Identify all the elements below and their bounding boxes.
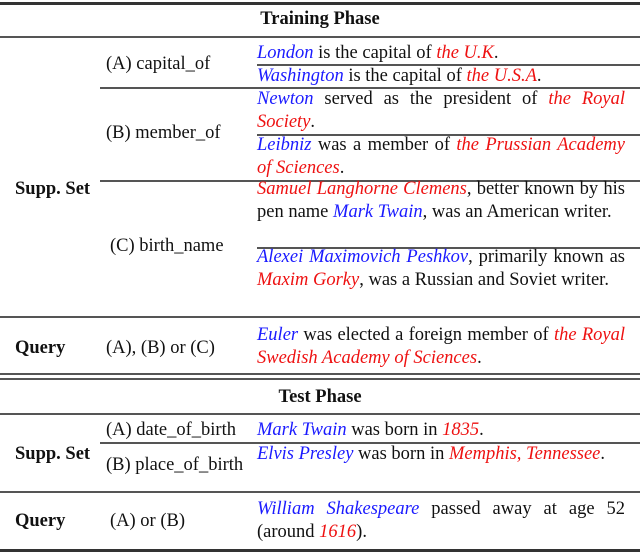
query-relation: (A), (B) or (C) bbox=[106, 338, 215, 358]
head-entity: Newton bbox=[257, 89, 314, 109]
example-c1: Samuel Langhorne Clemens, better known b… bbox=[257, 178, 625, 224]
example-b1: Newton served as the president of the Ro… bbox=[257, 88, 625, 134]
header-rule bbox=[0, 413, 640, 415]
query-label: Query bbox=[15, 511, 66, 531]
tail-entity: the U.S.A bbox=[466, 66, 537, 86]
tail-entity: 1835 bbox=[442, 420, 480, 440]
head-entity: Alexei Maximovich Peshkov bbox=[257, 247, 469, 267]
relation-label-b: (B) place_of_birth bbox=[106, 455, 244, 475]
relation-label-a: (A) capital_of bbox=[106, 54, 211, 74]
example-a: Mark Twain was born in 1835. bbox=[257, 419, 625, 442]
head-entity: William Shakespeare bbox=[257, 499, 420, 519]
phase-rule-2 bbox=[0, 378, 640, 380]
tail-entity: 1616 bbox=[319, 522, 357, 542]
sentence-text: was elected a foreign member of bbox=[298, 325, 554, 345]
query-rule bbox=[0, 491, 640, 493]
sentence-text: , was an American writer. bbox=[422, 202, 612, 222]
sentence-text: was born in bbox=[346, 420, 443, 440]
sentence-text: served as the president of bbox=[313, 89, 549, 109]
example-b2: Leibniz was a member of the Prussian Aca… bbox=[257, 134, 625, 180]
head-entity: Washington bbox=[257, 66, 344, 86]
query-rule bbox=[0, 316, 640, 318]
sentence-text: , was a Russian and Soviet writer. bbox=[359, 270, 609, 290]
head-entity: Euler bbox=[257, 325, 299, 345]
sentence-text: was a member of bbox=[311, 135, 457, 155]
example-a1: London is the capital of the U.K. bbox=[257, 42, 625, 65]
tail-entity: Samuel Langhorne Clemens bbox=[257, 179, 467, 199]
example-c2: Alexei Maximovich Peshkov, primarily kno… bbox=[257, 246, 625, 292]
sentence-text: is the capital of bbox=[313, 43, 437, 63]
query-label: Query bbox=[15, 338, 66, 358]
tail-entity: Memphis, Tennessee bbox=[448, 444, 601, 464]
tail-entity: the U.K bbox=[436, 43, 494, 63]
sentence-text: is the capital of bbox=[343, 66, 467, 86]
sentence-text: , primarily known as bbox=[468, 247, 625, 267]
sentence-text: . bbox=[479, 420, 484, 440]
test-phase-title: Test Phase bbox=[278, 387, 362, 407]
query-sentence: William Shakespeare passed away at age 5… bbox=[257, 498, 625, 544]
example-a2: Washington is the capital of the U.S.A. bbox=[257, 65, 625, 88]
tail-entity: Maxim Gorky bbox=[257, 270, 360, 290]
supp-set-label: Supp. Set bbox=[15, 444, 91, 464]
sentence-text: . bbox=[536, 66, 542, 86]
sentence-text: was born in bbox=[353, 444, 449, 464]
phase-rule-1 bbox=[0, 373, 640, 375]
training-phase-title: Training Phase bbox=[260, 9, 380, 29]
head-entity: Elvis Presley bbox=[257, 444, 354, 464]
relation-label-a: (A) date_of_birth bbox=[106, 420, 236, 440]
header-rule bbox=[0, 36, 640, 38]
head-entity: London bbox=[257, 43, 314, 63]
supp-set-label: Supp. Set bbox=[15, 179, 91, 199]
head-entity: Mark Twain bbox=[257, 420, 347, 440]
sentence-text: . bbox=[310, 112, 316, 132]
sentence-text: . bbox=[600, 444, 606, 464]
relation-label-b: (B) member_of bbox=[106, 123, 221, 143]
example-b: Elvis Presley was born in Memphis, Tenne… bbox=[257, 443, 625, 466]
sentence-text: ). bbox=[356, 522, 367, 542]
head-entity: Leibniz bbox=[257, 135, 312, 155]
relation-label-c: (C) birth_name bbox=[110, 236, 224, 256]
sentence-text: . bbox=[477, 348, 482, 368]
query-sentence: Euler was elected a foreign member of th… bbox=[257, 324, 625, 370]
sentence-text: . bbox=[493, 43, 499, 63]
top-rule bbox=[0, 2, 640, 5]
head-entity: Mark Twain bbox=[333, 202, 423, 222]
sentence-text: . bbox=[339, 158, 345, 178]
query-relation: (A) or (B) bbox=[110, 511, 186, 531]
bottom-rule bbox=[0, 549, 640, 552]
